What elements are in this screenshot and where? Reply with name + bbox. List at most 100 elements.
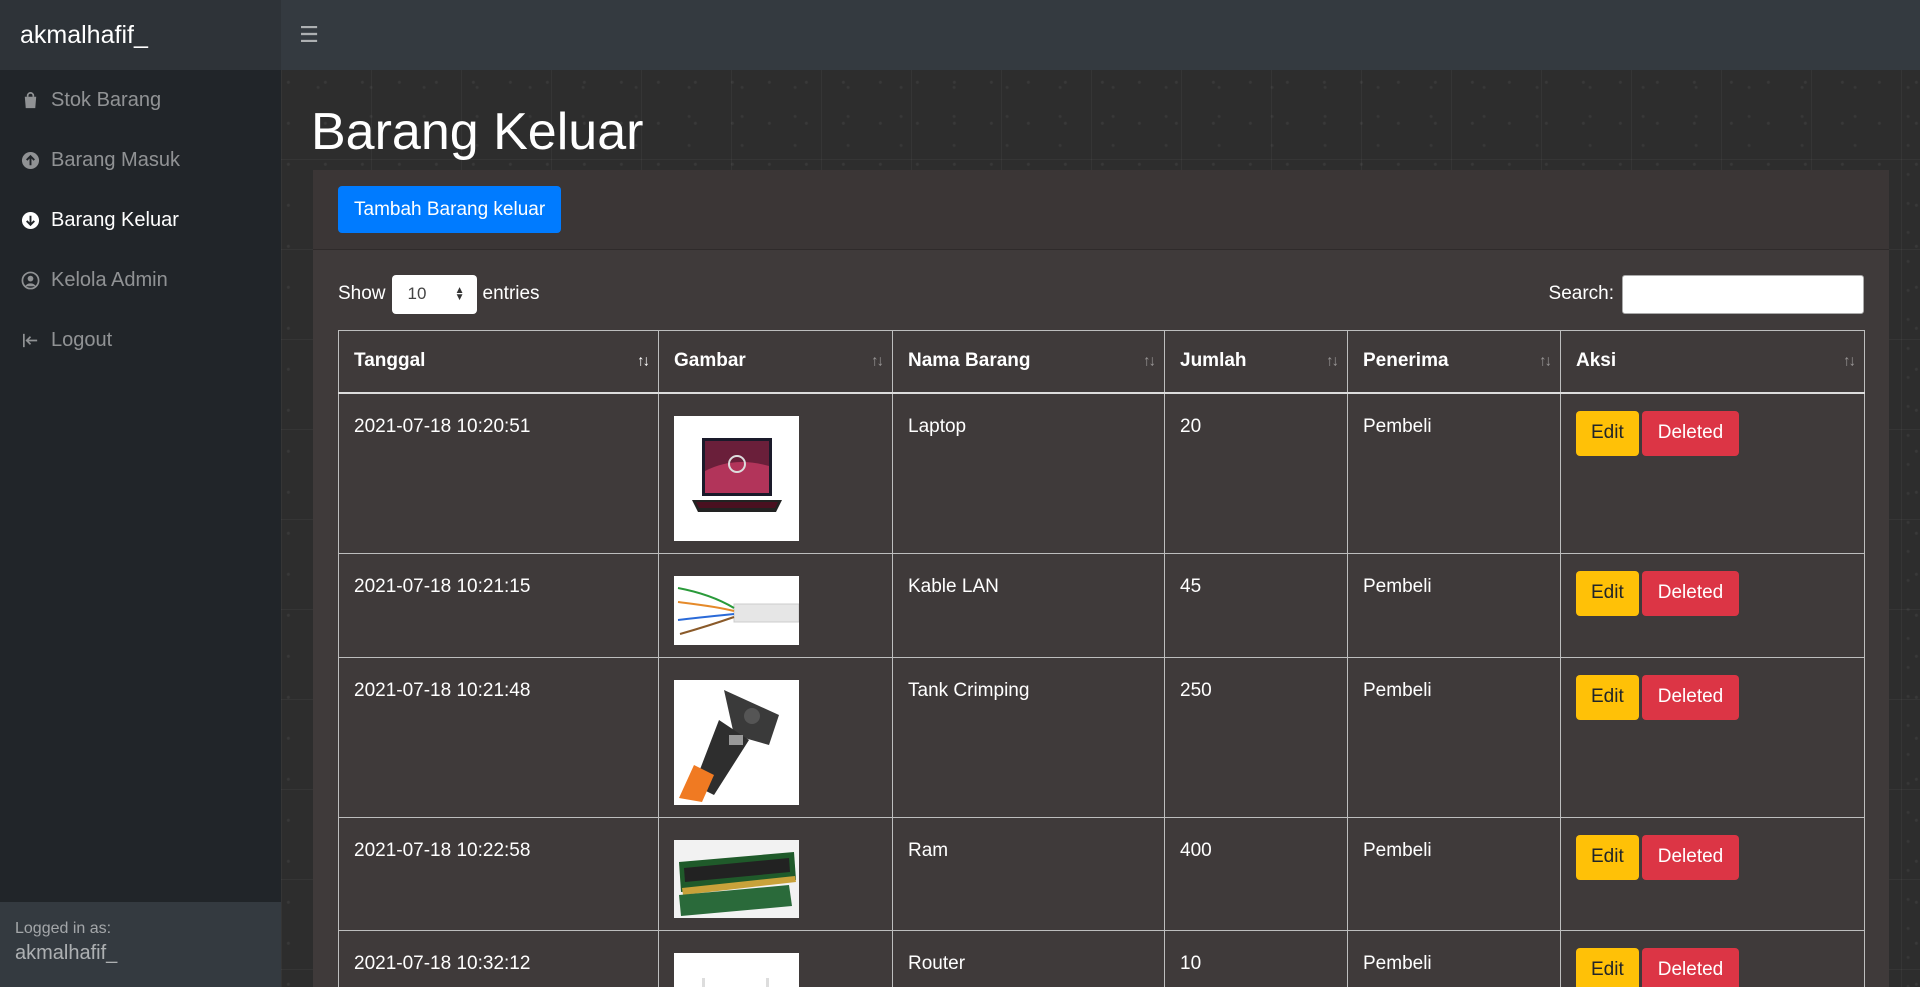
cell-gambar <box>658 656 893 818</box>
arrow-circle-down-icon <box>20 210 40 230</box>
search-input[interactable] <box>1622 274 1864 314</box>
edit-button[interactable]: Edit <box>1576 834 1639 880</box>
delete-button[interactable]: Deleted <box>1641 674 1740 720</box>
sidebar-item-label: Logout <box>51 328 113 351</box>
cell-gambar <box>658 392 893 554</box>
cell-tanggal: 2021-07-18 10:20:51 <box>338 392 659 554</box>
sidebar-item-barang-masuk[interactable]: Barang Masuk <box>0 130 281 190</box>
cell-tanggal: 2021-07-18 10:32:12 <box>338 929 659 987</box>
data-card: Tambah Barang keluar Show 10 ▲ ▼ entries … <box>313 170 1889 987</box>
delete-button[interactable]: Deleted <box>1641 947 1740 987</box>
sidebar-item-label: Barang Masuk <box>51 148 180 171</box>
cell-nama-barang: Laptop <box>892 392 1165 554</box>
entries-select[interactable]: 10 ▲ ▼ <box>391 274 477 314</box>
sort-icon: ↑↓ <box>1326 352 1339 370</box>
select-arrows-icon: ▲ ▼ <box>454 285 465 303</box>
delete-button[interactable]: Deleted <box>1641 570 1740 616</box>
cell-penerima: Pembeli <box>1347 392 1561 554</box>
cell-jumlah: 400 <box>1164 816 1348 931</box>
show-label: Show <box>338 283 386 304</box>
table-header-row: Tanggal ↑↓ Gambar ↑↓ Nama Barang ↑↓ Jumlah ↑… <box>338 330 1865 394</box>
cell-aksi: Edit Deleted <box>1560 392 1865 554</box>
cell-gambar <box>658 929 893 987</box>
sidebar: Stok Barang Barang Masuk Barang Keluar K… <box>0 70 281 987</box>
entries-label: entries <box>482 283 540 304</box>
cell-aksi: Edit Deleted <box>1560 929 1865 987</box>
table-row: 2021-07-18 10:21:15 Kable LAN 45 Pembeli… <box>338 552 1865 658</box>
cell-tanggal: 2021-07-18 10:21:48 <box>338 656 659 818</box>
sidebar-toggle-icon[interactable]: ☰ <box>291 17 327 53</box>
cell-aksi: Edit Deleted <box>1560 656 1865 818</box>
logged-in-user: akmalhafif_ <box>15 942 118 964</box>
cell-penerima: Pembeli <box>1347 552 1561 658</box>
search-label: Search: <box>1548 283 1614 304</box>
table-row: 2021-07-18 10:32:12 Router 10 Pembeli Ed… <box>338 929 1865 987</box>
delete-button[interactable]: Deleted <box>1641 410 1740 456</box>
ram-image <box>674 839 799 918</box>
column-header-aksi[interactable]: Aksi ↑↓ <box>1560 330 1865 394</box>
cell-penerima: Pembeli <box>1347 656 1561 818</box>
cell-penerima: Pembeli <box>1347 929 1561 987</box>
cell-tanggal: 2021-07-18 10:21:15 <box>338 552 659 658</box>
add-barang-keluar-button[interactable]: Tambah Barang keluar <box>338 186 562 233</box>
main-content: Barang Keluar Tambah Barang keluar Show … <box>281 70 1920 987</box>
edit-button[interactable]: Edit <box>1576 570 1639 616</box>
barang-keluar-table: Tanggal ↑↓ Gambar ↑↓ Nama Barang ↑↓ Jumlah ↑… <box>338 330 1865 987</box>
logged-in-label: Logged in as: <box>15 920 112 937</box>
table-row: 2021-07-18 10:22:58 Ram 400 Pembeli Edit… <box>338 816 1865 931</box>
table-row: 2021-07-18 10:20:51 Laptop 20 Pembeli Ed… <box>338 392 1865 554</box>
cell-jumlah: 250 <box>1164 656 1348 818</box>
cell-penerima: Pembeli <box>1347 816 1561 931</box>
cell-gambar <box>658 816 893 931</box>
cell-nama-barang: Router <box>892 929 1165 987</box>
cell-aksi: Edit Deleted <box>1560 816 1865 931</box>
card-header: Tambah Barang keluar <box>313 170 1889 250</box>
sidebar-item-label: Stok Barang <box>51 88 162 111</box>
page-title: Barang Keluar <box>311 103 644 161</box>
cell-tanggal: 2021-07-18 10:22:58 <box>338 816 659 931</box>
sidebar-item-logout[interactable]: Logout <box>0 310 281 370</box>
edit-button[interactable]: Edit <box>1576 947 1639 987</box>
edit-button[interactable]: Edit <box>1576 410 1639 456</box>
brand-name[interactable]: akmalhafif_ <box>0 0 281 70</box>
sidebar-item-label: Barang Keluar <box>51 208 179 231</box>
crimping-tool-image <box>674 679 799 805</box>
sign-out-icon <box>20 330 40 350</box>
sidebar-item-label: Kelola Admin <box>51 268 168 291</box>
column-header-nama-barang[interactable]: Nama Barang ↑↓ <box>892 330 1165 394</box>
sort-icon: ↑↓ <box>1843 352 1856 370</box>
top-navbar: akmalhafif_ ☰ <box>0 0 1920 70</box>
column-header-tanggal[interactable]: Tanggal ↑↓ <box>338 330 659 394</box>
column-header-penerima[interactable]: Penerima ↑↓ <box>1347 330 1561 394</box>
search-control: Search: <box>1549 274 1864 314</box>
entries-control: Show 10 ▲ ▼ entries <box>338 274 540 314</box>
sidebar-item-kelola-admin[interactable]: Kelola Admin <box>0 250 281 310</box>
edit-button[interactable]: Edit <box>1576 674 1639 720</box>
sort-icon: ↑↓ <box>1143 352 1156 370</box>
delete-button[interactable]: Deleted <box>1641 834 1740 880</box>
cell-nama-barang: Tank Crimping <box>892 656 1165 818</box>
cell-nama-barang: Kable LAN <box>892 552 1165 658</box>
sidebar-item-stok-barang[interactable]: Stok Barang <box>0 70 281 130</box>
cell-gambar <box>658 552 893 658</box>
cell-aksi: Edit Deleted <box>1560 552 1865 658</box>
cell-jumlah: 45 <box>1164 552 1348 658</box>
column-header-gambar[interactable]: Gambar ↑↓ <box>658 330 893 394</box>
entries-select-value: 10 <box>407 284 427 303</box>
arrow-circle-up-icon <box>20 150 40 170</box>
cell-nama-barang: Ram <box>892 816 1165 931</box>
table-controls: Show 10 ▲ ▼ entries Search: <box>338 274 1864 314</box>
sort-icon: ↑↓ <box>1539 352 1552 370</box>
column-header-jumlah[interactable]: Jumlah ↑↓ <box>1164 330 1348 394</box>
shopping-bag-icon <box>20 90 40 110</box>
cell-jumlah: 20 <box>1164 392 1348 554</box>
router-image <box>674 952 799 987</box>
user-circle-icon <box>20 270 40 290</box>
cell-jumlah: 10 <box>1164 929 1348 987</box>
table-row: 2021-07-18 10:21:48 Tank Crimping 250 Pe… <box>338 656 1865 818</box>
laptop-image <box>674 415 799 541</box>
sort-icon: ↑↓ <box>871 352 884 370</box>
sort-icon: ↑↓ <box>637 352 650 370</box>
sidebar-item-barang-keluar[interactable]: Barang Keluar <box>0 190 281 250</box>
lan-cable-image <box>674 575 799 645</box>
